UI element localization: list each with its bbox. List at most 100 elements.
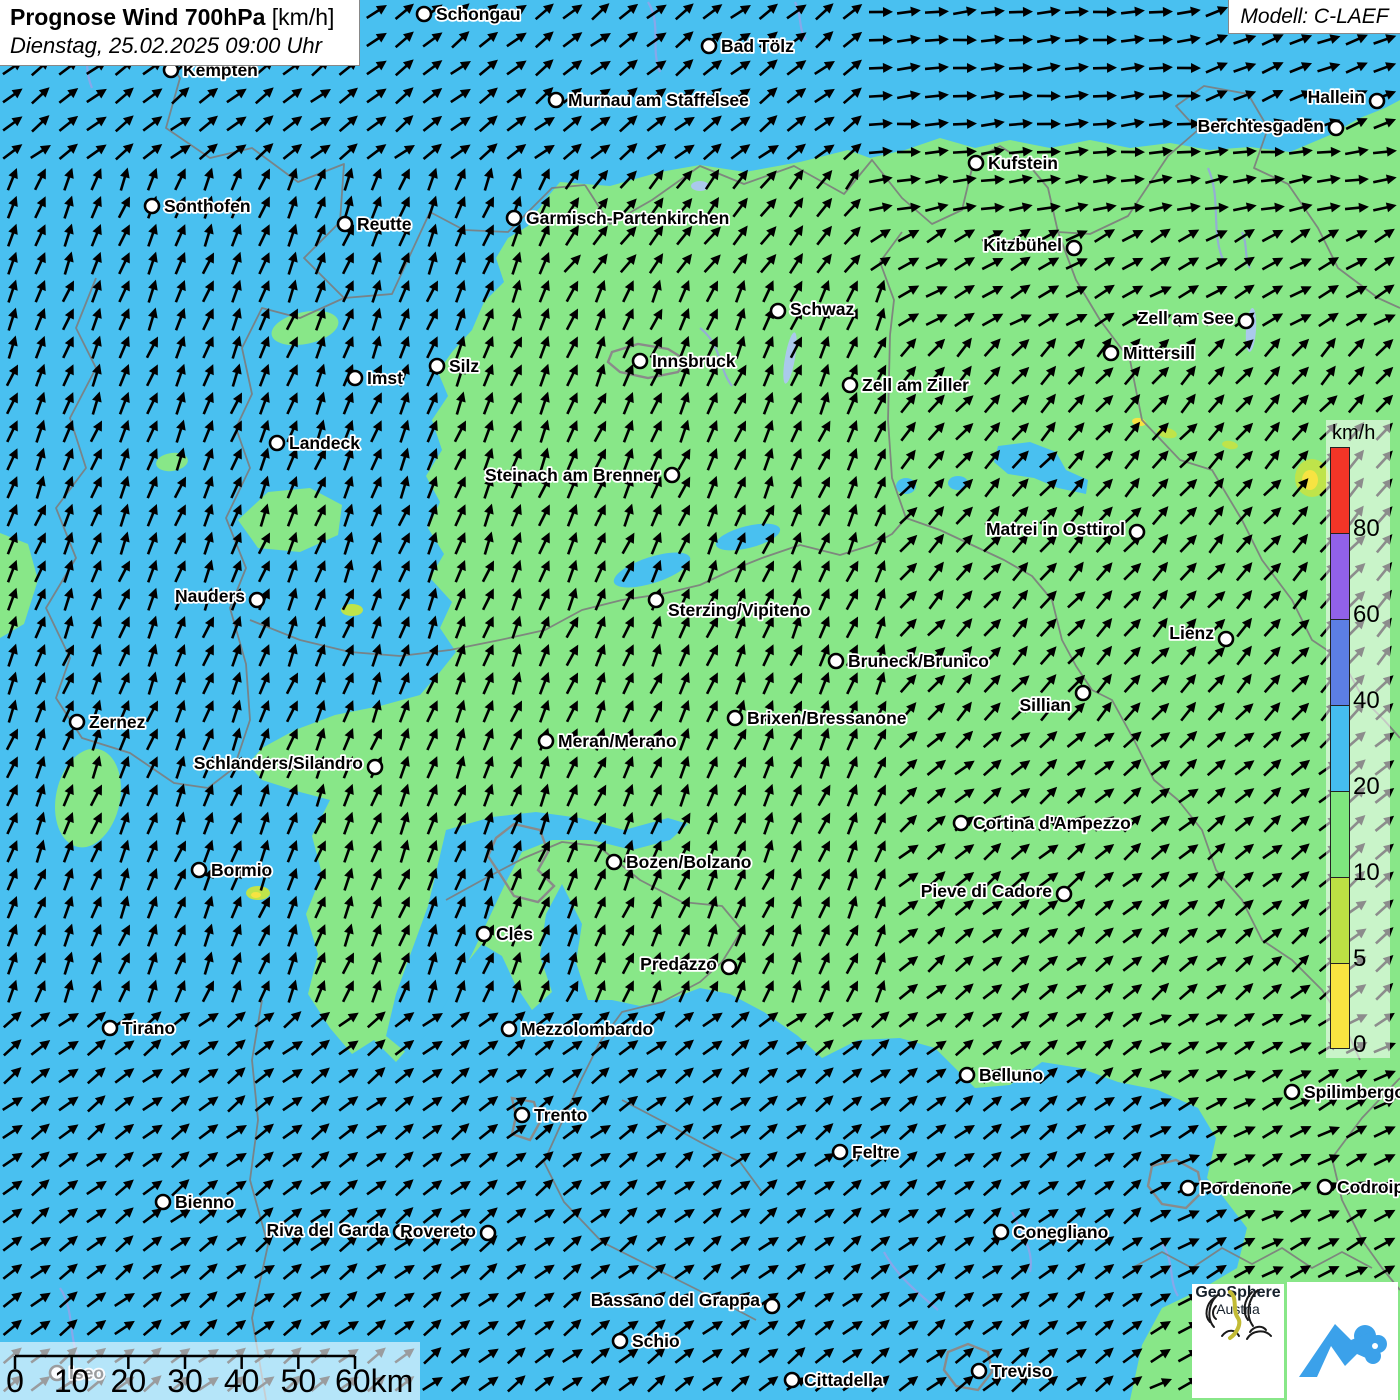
city-marker: Tirano (103, 1018, 175, 1038)
scalebar-label: 30 (167, 1363, 203, 1399)
city-marker: Bruneck/Brunico (829, 651, 989, 671)
legend-segment (1330, 447, 1350, 533)
wind-speed-legend: km/h 806040201050 (1326, 420, 1390, 1058)
svg-text:Pieve di Cadore: Pieve di Cadore (921, 881, 1053, 901)
svg-text:Treviso: Treviso (991, 1361, 1052, 1381)
svg-text:Mezzolombardo: Mezzolombardo (521, 1019, 653, 1039)
svg-text:Schio: Schio (632, 1331, 680, 1351)
svg-text:Cles: Cles (496, 924, 533, 944)
svg-text:Sterzing/Vipiteno: Sterzing/Vipiteno (668, 600, 811, 620)
svg-text:Meran/Merano: Meran/Merano (558, 731, 677, 751)
svg-text:Lienz: Lienz (1169, 623, 1214, 643)
legend-segment (1330, 533, 1350, 619)
svg-text:Imst: Imst (367, 368, 403, 388)
legend-tick-label: 60 (1353, 601, 1380, 629)
legend-tick-label: 10 (1353, 859, 1380, 887)
city-marker: Feltre (833, 1142, 900, 1162)
legend-segment (1330, 877, 1350, 963)
svg-text:Zell am See: Zell am See (1138, 308, 1235, 328)
city-marker: Cortina d'Ampezzo (954, 813, 1131, 833)
city-marker: Reutte (338, 214, 412, 234)
svg-text:Cortina d'Ampezzo: Cortina d'Ampezzo (973, 813, 1131, 833)
svg-text:Sonthofen: Sonthofen (164, 196, 251, 216)
city-marker: Matrei in Osttirol (986, 519, 1144, 539)
svg-text:Predazzo: Predazzo (640, 954, 717, 974)
svg-text:Bassano del Grappa: Bassano del Grappa (591, 1290, 760, 1310)
svg-text:Schongau: Schongau (436, 4, 521, 24)
legend-tick-label: 0 (1353, 1031, 1366, 1059)
svg-text:Reutte: Reutte (357, 214, 412, 234)
svg-text:Trento: Trento (534, 1105, 587, 1125)
title-unit: [km/h] (272, 4, 335, 30)
svg-text:Berchtesgaden: Berchtesgaden (1198, 116, 1324, 136)
svg-text:Hallein: Hallein (1308, 87, 1365, 107)
city-marker: Steinach am Brenner (485, 465, 679, 485)
title-product: Prognose Wind 700hPa (10, 4, 265, 30)
scalebar-label: 40 (224, 1363, 260, 1399)
legend-tick-label: 5 (1353, 945, 1366, 973)
city-marker: Imst (348, 368, 403, 388)
city-marker: Brixen/Bressanone (728, 708, 907, 728)
svg-text:Tirano: Tirano (122, 1018, 175, 1038)
scalebar-label: 20 (111, 1363, 147, 1399)
svg-text:Schlanders/Silandro: Schlanders/Silandro (194, 753, 363, 773)
svg-text:Zell am Ziller: Zell am Ziller (862, 375, 969, 395)
legend-tick-label: 80 (1353, 515, 1380, 543)
svg-text:Innsbruck: Innsbruck (652, 351, 736, 371)
legend-segment (1330, 963, 1350, 1049)
scalebar-label: 60km (335, 1363, 413, 1399)
svg-text:Feltre: Feltre (852, 1142, 900, 1162)
svg-text:Steinach am Brenner: Steinach am Brenner (485, 465, 660, 485)
svg-text:Riva del Garda: Riva del Garda (266, 1220, 389, 1240)
scalebar-ruler: 0 10 20 30 40 50 60km (0, 1342, 420, 1400)
svg-text:Kitzbühel: Kitzbühel (983, 235, 1062, 255)
city-marker: Cles (477, 924, 533, 944)
city-marker: Trento (515, 1105, 587, 1125)
city-marker: Schlanders/Silandro (194, 753, 382, 774)
legend-unit-label: km/h (1332, 422, 1375, 445)
svg-text:Zernez: Zernez (89, 712, 146, 732)
model-label: Modell: C-LAEF (1228, 0, 1400, 34)
city-marker: Schio (613, 1331, 680, 1351)
legend-colorbar (1330, 447, 1350, 1049)
svg-text:Matrei in Osttirol: Matrei in Osttirol (986, 519, 1125, 539)
svg-text:Belluno: Belluno (979, 1065, 1043, 1085)
city-marker: Zernez (70, 712, 146, 732)
city-marker: Zell am Ziller (843, 375, 969, 395)
legend-segment (1330, 705, 1350, 791)
city-marker: Garmisch-Partenkirchen (507, 208, 729, 228)
svg-text:Bozen/Bolzano: Bozen/Bolzano (626, 852, 751, 872)
city-marker: Bassano del Grappa (591, 1290, 779, 1313)
svg-text:Cittadella: Cittadella (804, 1370, 883, 1390)
svg-text:Garmisch-Partenkirchen: Garmisch-Partenkirchen (526, 208, 729, 228)
legend-tick-label: 40 (1353, 687, 1380, 715)
city-marker: Murnau am Staffelsee (549, 90, 749, 110)
svg-text:Sillian: Sillian (1019, 695, 1071, 715)
city-marker: Mezzolombardo (502, 1019, 653, 1039)
svg-text:Landeck: Landeck (289, 433, 360, 453)
svg-text:Rovereto: Rovereto (400, 1221, 476, 1241)
map-scalebar: 0 10 20 30 40 50 60km (0, 1342, 420, 1400)
map-canvas[interactable]: SchongauBad TölzKemptenMurnau am Staffel… (0, 0, 1400, 1400)
svg-text:Nauders: Nauders (175, 586, 245, 606)
geosphere-contours-icon (1192, 1284, 1284, 1346)
city-marker: Bozen/Bolzano (607, 852, 751, 872)
city-marker: Berchtesgaden (1198, 116, 1343, 136)
city-marker: Riva del Garda (266, 1220, 408, 1240)
title-datetime: Dienstag, 25.02.2025 09:00 Uhr (10, 33, 349, 59)
scalebar-label: 0 (6, 1363, 24, 1399)
geosphere-logo: GeoSphere Austria (1192, 1284, 1284, 1398)
mountain-cloud-icon (1287, 1282, 1398, 1400)
legend-segment (1330, 619, 1350, 705)
svg-text:Bruneck/Brunico: Bruneck/Brunico (848, 651, 989, 671)
svg-text:Pordenone: Pordenone (1200, 1178, 1292, 1198)
legend-segment (1330, 791, 1350, 877)
svg-text:Spilimbergo: Spilimbergo (1304, 1082, 1400, 1102)
svg-text:Murnau am Staffelsee: Murnau am Staffelsee (568, 90, 749, 110)
svg-text:Bormio: Bormio (211, 860, 272, 880)
svg-text:Mittersill: Mittersill (1123, 343, 1195, 363)
svg-text:Silz: Silz (449, 356, 479, 376)
svg-text:Conegliano: Conegliano (1013, 1222, 1108, 1242)
scalebar-label: 50 (281, 1363, 317, 1399)
scalebar-label: 10 (54, 1363, 90, 1399)
